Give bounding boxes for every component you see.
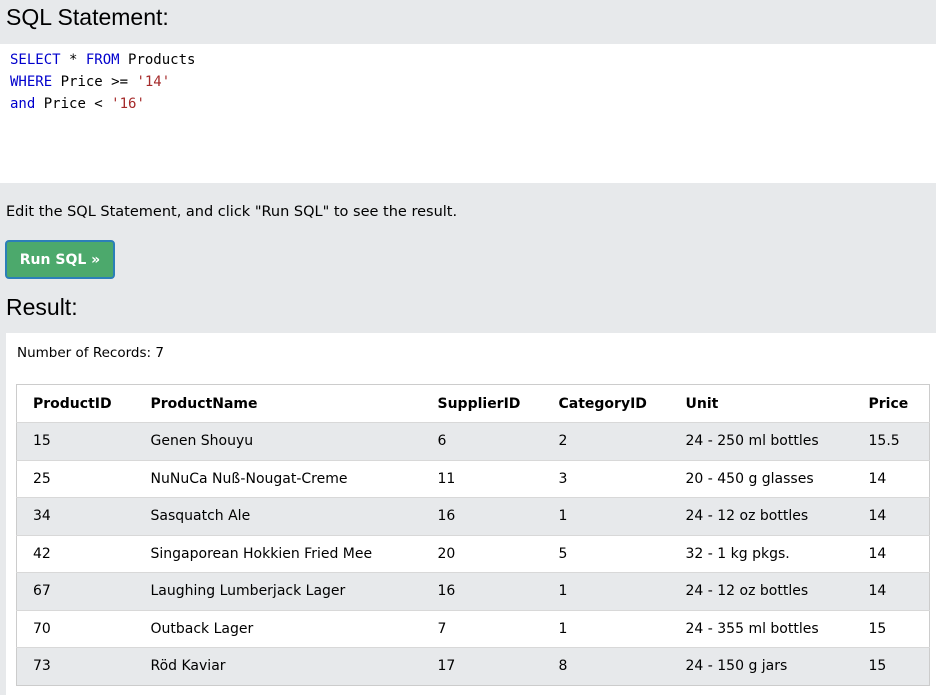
column-header: ProductID [16,384,135,423]
table-cell: 67 [33,583,51,600]
column-header: CategoryID [542,384,670,423]
table-header-row: ProductID ProductName SupplierID Categor… [16,384,930,423]
sql-editor[interactable]: SELECT * FROM Products WHERE Price >= '14… [0,44,936,183]
sql-keyword: SELECT [10,52,61,68]
table-cell: 42 [33,545,51,562]
table-cell: 6 [437,433,447,450]
run-sql-button[interactable]: Run SQL » [5,240,115,279]
table-cell: 14 [868,470,887,487]
column-header: ProductName [134,384,422,423]
table-row: 15 Genen Shouyu 6 2 24 - 250 ml bottles … [16,422,930,460]
table-cell: 24 - 150 g jars [685,658,788,675]
table-row: 34 Sasquatch Ale 16 1 24 - 12 oz bottles… [16,497,930,535]
table-cell: 24 - 355 ml bottles [685,620,819,637]
column-header: Unit [669,384,853,423]
table-row: 42 Singaporean Hokkien Fried Mee 20 5 32… [16,535,930,573]
table-cell: 34 [33,508,51,525]
table-cell: 11 [437,470,456,487]
table-row: 25 NuNuCa Nuß-Nougat-Creme 11 3 20 - 450… [16,460,930,498]
table-cell: 14 [868,583,887,600]
sql-line-3: and Price < '16' [10,93,926,115]
table-cell: 17 [437,658,456,675]
table-cell: Sasquatch Ale [150,508,251,525]
sql-line-1: SELECT * FROM Products [10,49,926,71]
table-cell: 16 [437,508,456,525]
table-cell: 70 [33,620,51,637]
sql-string: '16' [111,96,145,112]
table-cell: 2 [558,433,568,450]
table-cell: 15 [33,433,51,450]
table-row: 67 Laughing Lumberjack Lager 16 1 24 - 1… [16,572,930,610]
table-cell: 20 [437,545,456,562]
table-cell: 3 [558,470,568,487]
sql-text: Price < [35,96,112,112]
table-cell: 16 [437,583,456,600]
table-cell: 32 - 1 kg pkgs. [685,545,790,562]
table-cell: 15.5 [868,433,900,450]
table-cell: 1 [558,583,568,600]
table-cell: 8 [558,658,568,675]
table-cell: 14 [868,545,887,562]
table-cell: Genen Shouyu [150,433,254,450]
table-cell: 24 - 250 ml bottles [685,433,819,450]
table-cell: Röd Kaviar [150,658,226,675]
column-header: Price [852,384,930,423]
record-count: Number of Records: 7 [17,345,164,361]
table-cell: NuNuCa Nuß-Nougat-Creme [150,470,348,487]
table-cell: Laughing Lumberjack Lager [150,583,346,600]
result-table: ProductID ProductName SupplierID Categor… [16,384,930,686]
sql-text: * [60,52,86,68]
table-cell: 20 - 450 g glasses [685,470,814,487]
instruction-text: Edit the SQL Statement, and click "Run S… [6,204,458,220]
table-cell: 15 [868,658,887,675]
table-cell: 7 [437,620,447,637]
result-heading: Result: [6,294,78,320]
table-cell: 73 [33,658,51,675]
sql-keyword: and [10,96,36,112]
table-cell: 14 [868,508,887,525]
table-cell: 15 [868,620,887,637]
sql-keyword: WHERE [10,74,53,90]
result-panel: Number of Records: 7 ProductID ProductNa… [6,333,936,695]
sql-text: Products [119,52,196,68]
sql-keyword: FROM [85,52,120,68]
table-cell: Outback Lager [150,620,254,637]
table-row: 70 Outback Lager 7 1 24 - 355 ml bottles… [16,610,930,648]
sql-string: '14' [136,74,171,90]
table-cell: 25 [33,470,51,487]
column-header: SupplierID [421,384,543,423]
table-cell: 1 [558,620,568,637]
table-cell: 5 [558,545,568,562]
sql-text: Price >= [52,74,137,90]
table-cell: 24 - 12 oz bottles [685,583,809,600]
table-cell: 1 [558,508,568,525]
sql-statement-heading: SQL Statement: [6,4,169,30]
table-cell: Singaporean Hokkien Fried Mee [150,545,373,562]
sql-line-2: WHERE Price >= '14' [10,71,926,93]
table-cell: 24 - 12 oz bottles [685,508,809,525]
table-row: 73 Röd Kaviar 17 8 24 - 150 g jars 15 [16,647,930,685]
